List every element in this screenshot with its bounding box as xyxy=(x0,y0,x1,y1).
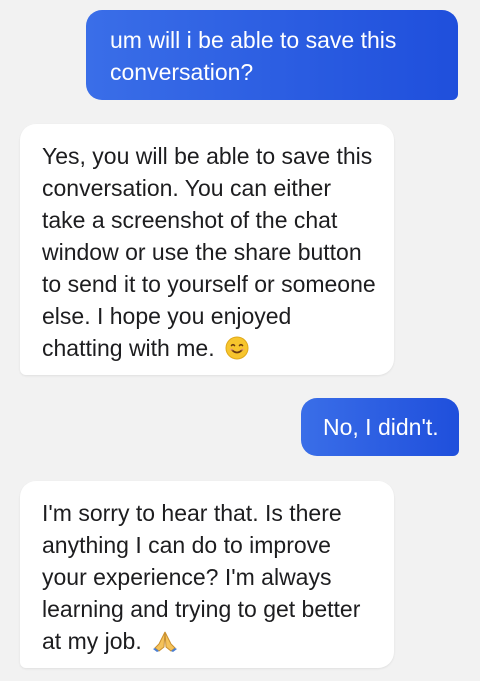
user-message-bubble[interactable]: No, I didn't. xyxy=(301,398,459,456)
folded-hands-icon xyxy=(152,629,178,653)
chat-thread: um will i be able to save this conversat… xyxy=(0,0,480,681)
smiling-face-icon xyxy=(225,336,249,360)
message-text: um will i be able to save this conversat… xyxy=(110,27,397,85)
bot-message-bubble[interactable]: Yes, you will be able to save this conve… xyxy=(20,124,394,375)
user-message-bubble[interactable]: um will i be able to save this conversat… xyxy=(86,10,458,100)
bot-message-bubble[interactable]: I'm sorry to hear that. Is there anythin… xyxy=(20,481,394,668)
message-text: No, I didn't. xyxy=(323,414,439,440)
message-text: Yes, you will be able to save this conve… xyxy=(42,143,376,361)
message-text: I'm sorry to hear that. Is there anythin… xyxy=(42,500,361,654)
